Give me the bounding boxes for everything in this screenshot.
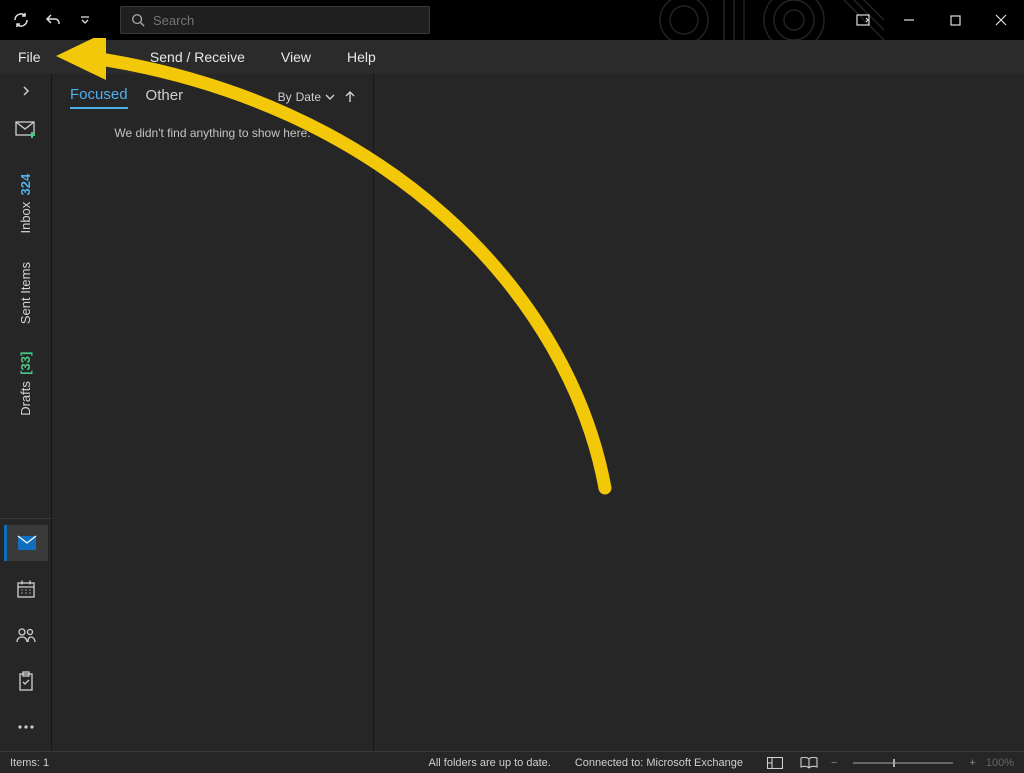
close-button[interactable] xyxy=(978,0,1024,40)
reading-pane xyxy=(374,74,1024,751)
folder-list: Inbox 324 Sent Items Drafts [33] xyxy=(0,152,51,518)
layout-reading-icon xyxy=(800,757,818,769)
maximize-button[interactable] xyxy=(932,0,978,40)
app-tasks[interactable] xyxy=(4,663,48,699)
more-icon xyxy=(17,724,35,730)
clipboard-icon xyxy=(18,671,34,691)
search-icon xyxy=(131,13,145,27)
app-switcher xyxy=(0,518,51,751)
folder-label: Inbox xyxy=(18,202,33,234)
folder-sent-items[interactable]: Sent Items xyxy=(18,262,33,324)
menu-bar: File Home Send / Receive View Help xyxy=(0,40,1024,74)
layout-normal-icon xyxy=(767,757,783,769)
status-items-count: Items: 1 xyxy=(10,757,49,769)
search-input[interactable] xyxy=(153,13,419,28)
view-reading-button[interactable] xyxy=(797,754,821,772)
ribbon-display-button[interactable] xyxy=(840,0,886,40)
main-area: Inbox 324 Sent Items Drafts [33] xyxy=(0,74,1024,751)
menu-file[interactable]: File xyxy=(0,40,59,74)
menu-home[interactable]: Home xyxy=(59,40,132,74)
menu-help[interactable]: Help xyxy=(329,40,394,74)
folder-label: Sent Items xyxy=(18,262,33,324)
undo-button[interactable] xyxy=(40,7,66,33)
chevron-down-icon xyxy=(325,93,335,101)
zoom-percent[interactable]: 100% xyxy=(986,757,1014,769)
message-list-header: Focused Other By Date xyxy=(52,74,373,120)
expand-rail-button[interactable] xyxy=(0,74,51,108)
sort-direction-button[interactable] xyxy=(345,91,355,103)
folder-count: [33] xyxy=(18,352,33,375)
zoom-out-button[interactable]: − xyxy=(831,757,837,769)
app-more[interactable] xyxy=(4,709,48,745)
calendar-icon xyxy=(17,580,35,598)
message-list-pane: Focused Other By Date We didn't find any… xyxy=(52,74,374,751)
zoom-slider[interactable] xyxy=(853,762,953,764)
tab-focused[interactable]: Focused xyxy=(70,86,128,109)
new-mail-button[interactable] xyxy=(0,108,51,152)
title-bar xyxy=(0,0,1024,40)
folder-rail: Inbox 324 Sent Items Drafts [33] xyxy=(0,74,52,751)
minimize-button[interactable] xyxy=(886,0,932,40)
mail-icon xyxy=(17,535,37,551)
chevron-right-icon xyxy=(21,86,31,96)
sync-button[interactable] xyxy=(8,7,34,33)
arrow-up-icon xyxy=(345,91,355,103)
view-normal-button[interactable] xyxy=(763,754,787,772)
app-calendar[interactable] xyxy=(4,571,48,607)
zoom-in-button[interactable]: + xyxy=(969,757,975,769)
people-icon xyxy=(16,627,36,643)
title-bar-left xyxy=(0,6,438,34)
status-bar: Items: 1 All folders are up to date. Con… xyxy=(0,751,1024,773)
mail-plus-icon xyxy=(15,121,37,139)
folder-count: 324 xyxy=(18,174,33,196)
search-box[interactable] xyxy=(120,6,430,34)
menu-view[interactable]: View xyxy=(263,40,329,74)
menu-send-receive[interactable]: Send / Receive xyxy=(132,40,263,74)
qat-customize-button[interactable] xyxy=(72,7,98,33)
status-sync: All folders are up to date. xyxy=(429,757,551,769)
window-controls xyxy=(840,0,1024,40)
empty-message: We didn't find anything to show here. xyxy=(52,120,373,140)
sort-prefix: By xyxy=(278,90,292,104)
tab-other[interactable]: Other xyxy=(146,87,184,108)
folder-inbox[interactable]: Inbox 324 xyxy=(18,174,33,234)
app-people[interactable] xyxy=(4,617,48,653)
status-connection: Connected to: Microsoft Exchange xyxy=(575,757,743,769)
folder-drafts[interactable]: Drafts [33] xyxy=(18,352,33,416)
app-mail[interactable] xyxy=(4,525,48,561)
sort-label: Date xyxy=(296,90,321,104)
folder-label: Drafts xyxy=(18,381,33,416)
sort-by-button[interactable]: By Date xyxy=(278,90,335,104)
